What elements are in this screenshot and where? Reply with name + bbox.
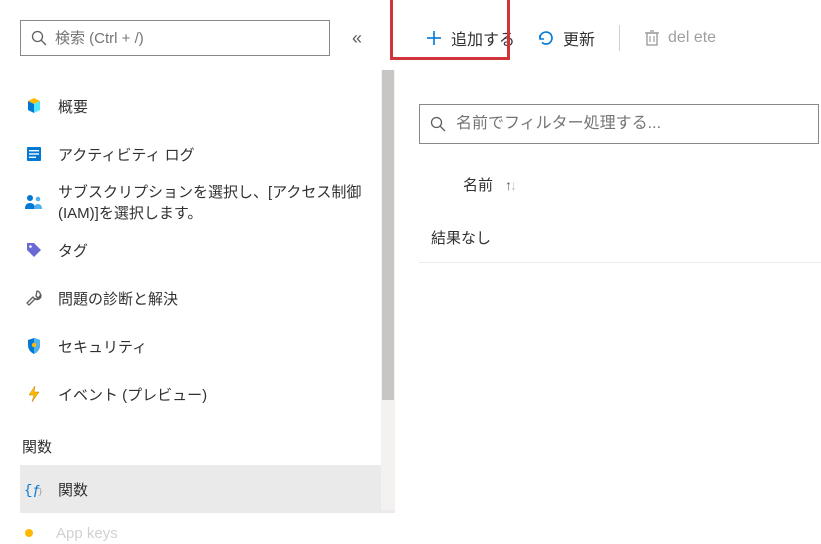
filter-input[interactable] — [456, 115, 808, 133]
sidebar-search-input[interactable] — [55, 30, 319, 47]
sidebar-item-iam[interactable]: サブスクリプションを選択し、[アクセス制御 (IAM)]を選択します。 — [20, 178, 395, 226]
tag-icon — [24, 240, 44, 260]
no-results-row: 結果なし — [419, 217, 821, 263]
toolbar: 追加する 更新 del ete — [419, 18, 821, 58]
column-header-label: 名前 — [463, 174, 493, 195]
overview-icon — [24, 96, 44, 116]
sidebar-item-tags[interactable]: タグ — [20, 226, 395, 274]
filter-box[interactable] — [419, 104, 819, 144]
column-header-name[interactable]: 名前 ↑↓ — [419, 174, 821, 195]
sidebar-item-overview[interactable]: 概要 — [20, 82, 395, 130]
add-button[interactable]: 追加する — [419, 22, 521, 54]
sidebar: « 概要 アクティビティ ログ サブスクリプションを選択し、[アクセス制御 (I — [0, 0, 395, 542]
sidebar-section-functions: 関数 — [20, 436, 395, 457]
sidebar-item-label: イベント (プレビュー) — [58, 384, 207, 405]
shield-icon — [24, 336, 44, 356]
sidebar-item-diagnose[interactable]: 問題の診断と解決 — [20, 274, 395, 322]
refresh-button[interactable]: 更新 — [531, 22, 601, 54]
svg-text:}: } — [38, 488, 43, 497]
search-icon — [430, 116, 446, 132]
sidebar-item-security[interactable]: セキュリティ — [20, 322, 395, 370]
sidebar-item-label: アクティビティ ログ — [58, 144, 195, 165]
function-icon: {ƒ} — [24, 479, 44, 499]
sidebar-item-label: タグ — [58, 240, 88, 261]
refresh-button-label: 更新 — [563, 26, 595, 50]
sidebar-item-label: サブスクリプションを選択し、[アクセス制御 (IAM)]を選択します。 — [58, 181, 391, 223]
sidebar-scrollbar-thumb[interactable] — [382, 70, 394, 400]
key-icon — [24, 528, 42, 538]
people-icon — [24, 192, 44, 212]
activity-log-icon — [24, 144, 44, 164]
delete-button[interactable]: del ete — [638, 25, 722, 51]
sidebar-item-label: 関数 — [58, 479, 88, 500]
sort-icon: ↑↓ — [505, 177, 515, 193]
search-icon — [31, 30, 47, 46]
sidebar-item-label: セキュリティ — [58, 336, 147, 357]
delete-button-label: del ete — [668, 29, 716, 47]
main-panel: 追加する 更新 del ete — [395, 0, 821, 542]
sidebar-item-label: App keys — [56, 525, 118, 542]
add-button-label: 追加する — [451, 26, 515, 50]
toolbar-separator — [619, 25, 620, 51]
sidebar-item-functions[interactable]: {ƒ} 関数 — [20, 465, 395, 513]
plus-icon — [425, 29, 443, 47]
trash-icon — [644, 29, 660, 47]
sidebar-menu: 概要 アクティビティ ログ サブスクリプションを選択し、[アクセス制御 (IAM… — [20, 82, 395, 544]
refresh-icon — [537, 29, 555, 47]
collapse-sidebar-button[interactable]: « — [348, 24, 366, 53]
sidebar-search-box[interactable] — [20, 20, 330, 56]
sidebar-item-label: 概要 — [58, 96, 88, 117]
sidebar-item-label: 問題の診断と解決 — [58, 288, 178, 309]
wrench-icon — [24, 288, 44, 308]
sidebar-item-activity-log[interactable]: アクティビティ ログ — [20, 130, 395, 178]
sidebar-item-app-keys[interactable]: App keys — [20, 513, 395, 544]
lightning-icon — [24, 384, 44, 404]
sidebar-item-events[interactable]: イベント (プレビュー) — [20, 370, 395, 418]
sidebar-scrollbar[interactable] — [381, 70, 395, 510]
